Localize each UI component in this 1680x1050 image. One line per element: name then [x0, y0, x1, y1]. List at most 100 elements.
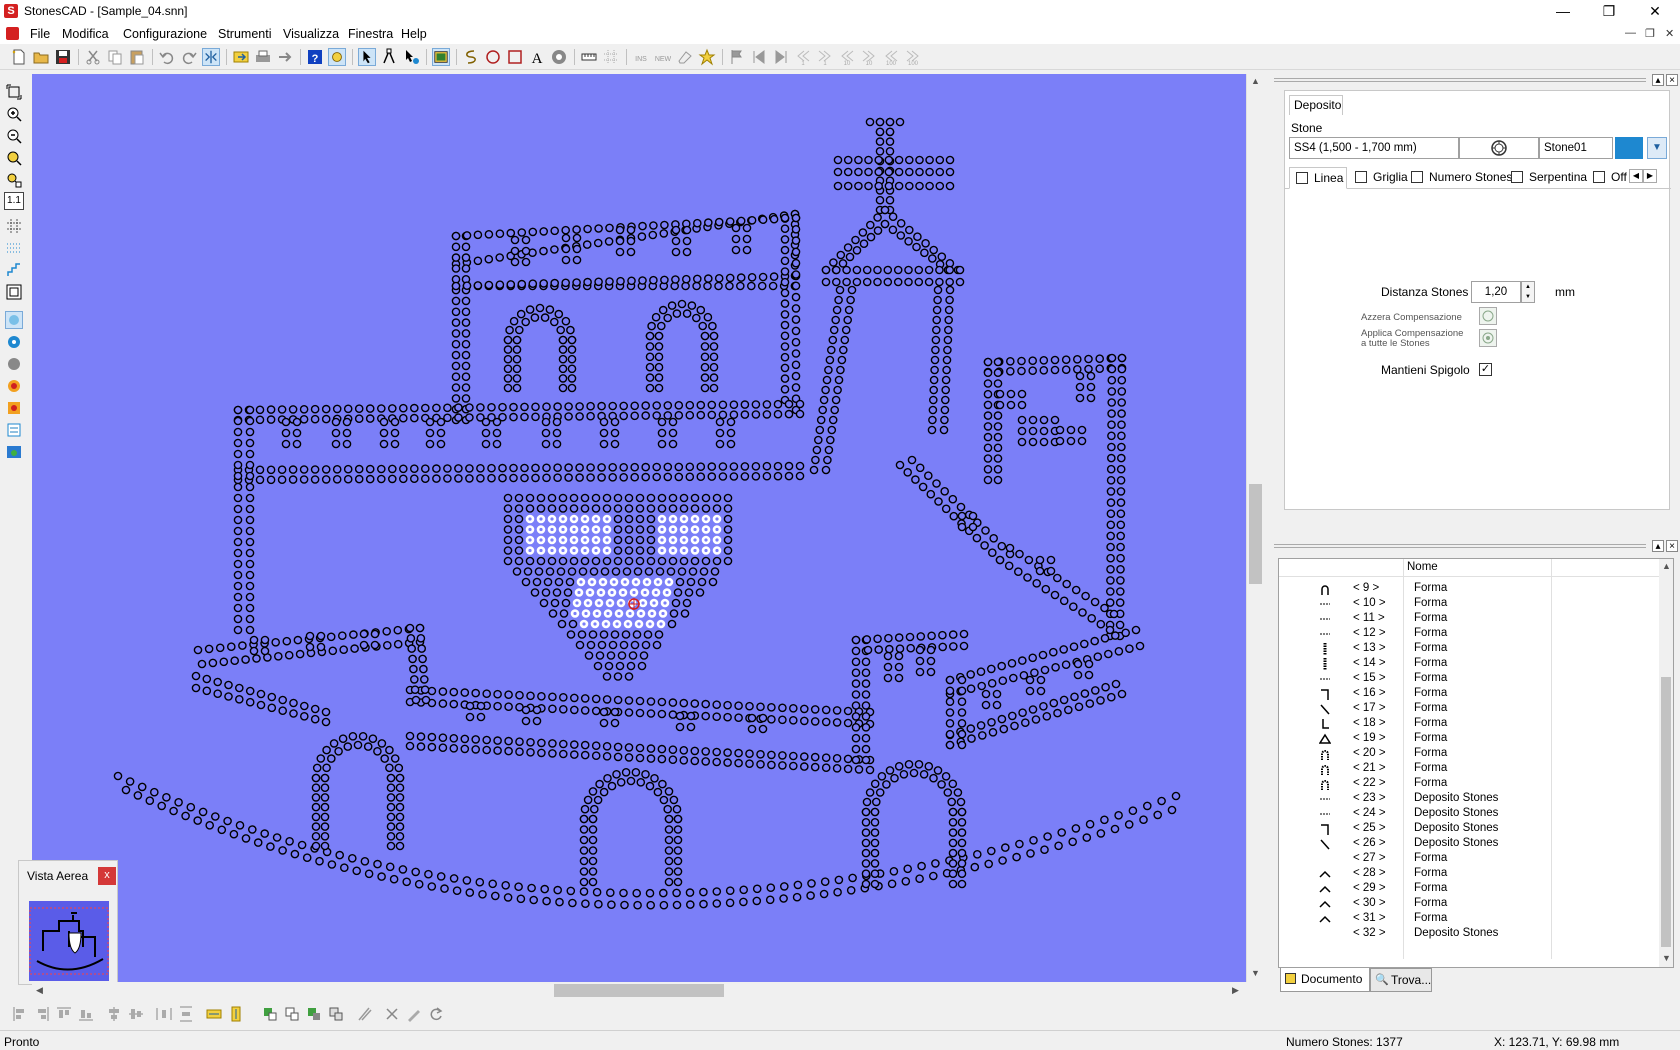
linea-checkbox[interactable]: [1296, 172, 1308, 184]
tab-griglia[interactable]: Griglia: [1353, 167, 1408, 189]
layer-view-icon[interactable]: [5, 311, 23, 329]
scissors-icon[interactable]: [384, 1006, 400, 1022]
stone-color-swatch[interactable]: [1615, 137, 1643, 159]
menu-visualizza[interactable]: Visualizza: [283, 27, 339, 41]
drawing-canvas[interactable]: [32, 74, 1246, 982]
frame-icon[interactable]: [6, 284, 22, 300]
forward-1-icon[interactable]: 1: [816, 48, 834, 66]
rectangle-icon[interactable]: [506, 48, 524, 66]
aerial-view-thumbnail[interactable]: [29, 901, 109, 981]
open-folder-icon[interactable]: [32, 48, 50, 66]
tree-scroll-thumb[interactable]: [1661, 677, 1671, 947]
panel-maximize-button[interactable]: ▴: [1652, 74, 1664, 86]
knife-icon[interactable]: [406, 1006, 422, 1022]
solid-view-icon[interactable]: [6, 356, 22, 372]
tree-row[interactable]: < 11 > Forma: [1279, 611, 1659, 627]
text-icon[interactable]: A: [528, 48, 546, 66]
tree-row[interactable]: < 25 > Deposito Stones: [1279, 821, 1659, 837]
distribute-horizontal-icon[interactable]: [156, 1006, 172, 1022]
scroll-up-icon[interactable]: ▲: [1251, 76, 1260, 86]
document-panel-grip[interactable]: [1274, 544, 1646, 548]
undo-icon[interactable]: [158, 48, 176, 66]
document-tree[interactable]: Nome < 9 > Forma < 10 > Forma < 11 > Forma < 1…: [1278, 558, 1674, 968]
export-icon[interactable]: [276, 48, 294, 66]
stone-size-field[interactable]: SS4 (1,500 - 1,700 mm): [1289, 137, 1459, 159]
rotate-icon[interactable]: [428, 1006, 444, 1022]
curve-icon[interactable]: [462, 48, 480, 66]
grid-icon[interactable]: [602, 48, 620, 66]
stone-name-field[interactable]: Stone01: [1539, 137, 1613, 159]
zoom-in-icon[interactable]: [6, 106, 22, 122]
tree-row[interactable]: < 10 > Forma: [1279, 596, 1659, 612]
flag-icon[interactable]: [728, 48, 746, 66]
import-icon[interactable]: [232, 48, 250, 66]
tree-row[interactable]: < 19 > Forma: [1279, 731, 1659, 747]
same-height-icon[interactable]: [228, 1006, 244, 1022]
tab-scroll-left-icon[interactable]: ◀: [1629, 169, 1643, 183]
align-left-icon[interactable]: [12, 1006, 28, 1022]
menu-help[interactable]: Help: [401, 27, 427, 41]
tree-row[interactable]: < 21 > Forma: [1279, 761, 1659, 777]
tree-row[interactable]: < 12 > Forma: [1279, 626, 1659, 642]
tree-scrollbar[interactable]: ▲ ▼: [1659, 559, 1673, 967]
distanza-stones-input[interactable]: 1,20: [1471, 281, 1521, 303]
vertical-scroll-thumb[interactable]: [1249, 484, 1262, 584]
align-bottom-icon[interactable]: [78, 1006, 94, 1022]
new-file-icon[interactable]: [10, 48, 28, 66]
stone-select-icon[interactable]: [402, 48, 420, 66]
select-arrow-icon[interactable]: [358, 48, 376, 66]
center-vertical-icon[interactable]: [128, 1006, 144, 1022]
stone-tool-icon[interactable]: [550, 48, 568, 66]
zoom-extents-icon[interactable]: [6, 84, 22, 100]
scroll-down-icon[interactable]: ▼: [1251, 968, 1260, 978]
tree-row[interactable]: < 32 > Deposito Stones: [1279, 926, 1659, 942]
node-edit-icon[interactable]: [380, 48, 398, 66]
tree-scroll-down-icon[interactable]: ▼: [1662, 953, 1671, 963]
tab-trova[interactable]: 🔍 Trova...: [1370, 968, 1432, 992]
eraser-icon[interactable]: [676, 48, 694, 66]
tab-linea[interactable]: Linea: [1289, 167, 1347, 189]
tree-row[interactable]: < 15 > Forma: [1279, 671, 1659, 687]
align-right-icon[interactable]: [34, 1006, 50, 1022]
pattern-view-icon[interactable]: [6, 422, 22, 438]
aerial-view-close-button[interactable]: x: [98, 867, 116, 885]
tree-row[interactable]: < 17 > Forma: [1279, 701, 1659, 717]
document-icon[interactable]: [6, 27, 19, 40]
help-icon[interactable]: ?: [306, 48, 324, 66]
tree-row[interactable]: < 20 > Forma: [1279, 746, 1659, 762]
insert-icon[interactable]: INS: [632, 48, 650, 66]
stone-design[interactable]: [32, 74, 1246, 982]
slash-tool-icon[interactable]: [356, 1006, 372, 1022]
serpentina-checkbox[interactable]: [1511, 171, 1523, 183]
canvas-horizontal-scrollbar[interactable]: ◀ ▶: [32, 982, 1246, 999]
panel-grip[interactable]: [1274, 78, 1646, 82]
tree-row[interactable]: < 16 > Forma: [1279, 686, 1659, 702]
tree-row[interactable]: < 9 > Forma: [1279, 581, 1659, 597]
forward-10-icon[interactable]: 10: [860, 48, 878, 66]
tree-row[interactable]: < 31 > Forma: [1279, 911, 1659, 927]
cut-icon[interactable]: [84, 48, 102, 66]
menu-configurazione[interactable]: Configurazione: [123, 27, 207, 41]
scroll-right-icon[interactable]: ▶: [1232, 985, 1239, 996]
horizontal-scroll-thumb[interactable]: [554, 984, 724, 997]
last-icon[interactable]: [772, 48, 790, 66]
tree-row[interactable]: < 18 > Forma: [1279, 716, 1659, 732]
save-icon[interactable]: [54, 48, 72, 66]
tab-offset[interactable]: Offs: [1591, 167, 1627, 189]
star-icon[interactable]: [698, 48, 716, 66]
back-1-icon[interactable]: 1: [794, 48, 812, 66]
zoom-out-icon[interactable]: [6, 128, 22, 144]
first-icon[interactable]: [750, 48, 768, 66]
canvas-vertical-scrollbar[interactable]: ▲ ▼: [1246, 74, 1263, 982]
staircase-icon[interactable]: [6, 262, 22, 278]
tree-row[interactable]: < 28 > Forma: [1279, 866, 1659, 882]
tab-numero-stones[interactable]: Numero Stones: [1409, 167, 1512, 189]
document-panel-close-button[interactable]: ×: [1666, 540, 1678, 552]
back-100-icon[interactable]: 100: [882, 48, 900, 66]
griglia-checkbox[interactable]: [1355, 171, 1367, 183]
mirror-icon[interactable]: [202, 48, 220, 66]
ruler-icon[interactable]: [580, 48, 598, 66]
tab-deposito[interactable]: Deposito: [1289, 95, 1343, 115]
mantieni-spigolo-checkbox[interactable]: ✓: [1479, 363, 1492, 376]
scroll-left-icon[interactable]: ◀: [36, 985, 43, 996]
